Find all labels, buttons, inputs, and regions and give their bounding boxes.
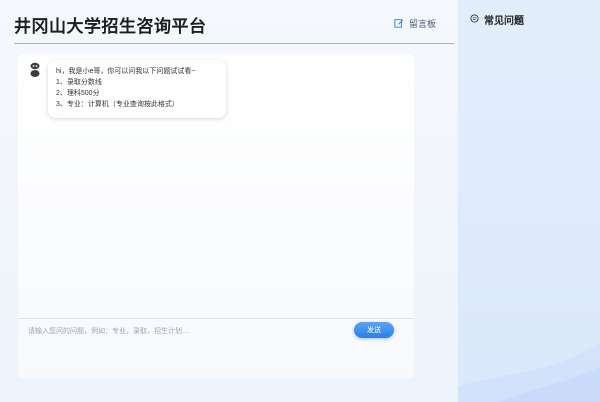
message-line: 2、理科500分 <box>56 90 100 97</box>
header-divider <box>14 43 454 44</box>
faq-title: 常见问题 <box>484 16 524 27</box>
faq-header: 常见问题 <box>470 12 524 27</box>
send-button[interactable]: 发送 <box>354 322 394 338</box>
chat-bubble-icon <box>470 13 479 26</box>
chat-panel: hi，我是小e哥，你可以问我以下问题试试看~ 1、录取分数线 2、理科500分 … <box>18 54 414 378</box>
app-title: 井冈山大学招生咨询平台 <box>14 17 207 36</box>
robot-icon <box>29 62 41 78</box>
faq-sidebar: 常见问题 <box>458 0 600 402</box>
message-line: hi，我是小e哥，你可以问我以下问题试试看~ <box>56 68 196 75</box>
message-line: 3、专业：计算机（专业查询按此格式） <box>56 101 179 108</box>
edit-icon <box>394 18 404 30</box>
message-line: 1、录取分数线 <box>56 79 102 86</box>
guestbook-link[interactable]: 留言板 <box>394 17 436 30</box>
input-divider <box>18 318 414 319</box>
bot-message-bubble: hi，我是小e哥，你可以问我以下问题试试看~ 1、录取分数线 2、理科500分 … <box>48 60 226 118</box>
guestbook-label: 留言板 <box>409 19 437 29</box>
main-area: 井冈山大学招生咨询平台 留言板 hi，我是小e哥，你可以问我以下问题试试看~ 1… <box>0 0 458 402</box>
decorative-wave <box>458 342 600 402</box>
question-input[interactable] <box>28 324 348 338</box>
